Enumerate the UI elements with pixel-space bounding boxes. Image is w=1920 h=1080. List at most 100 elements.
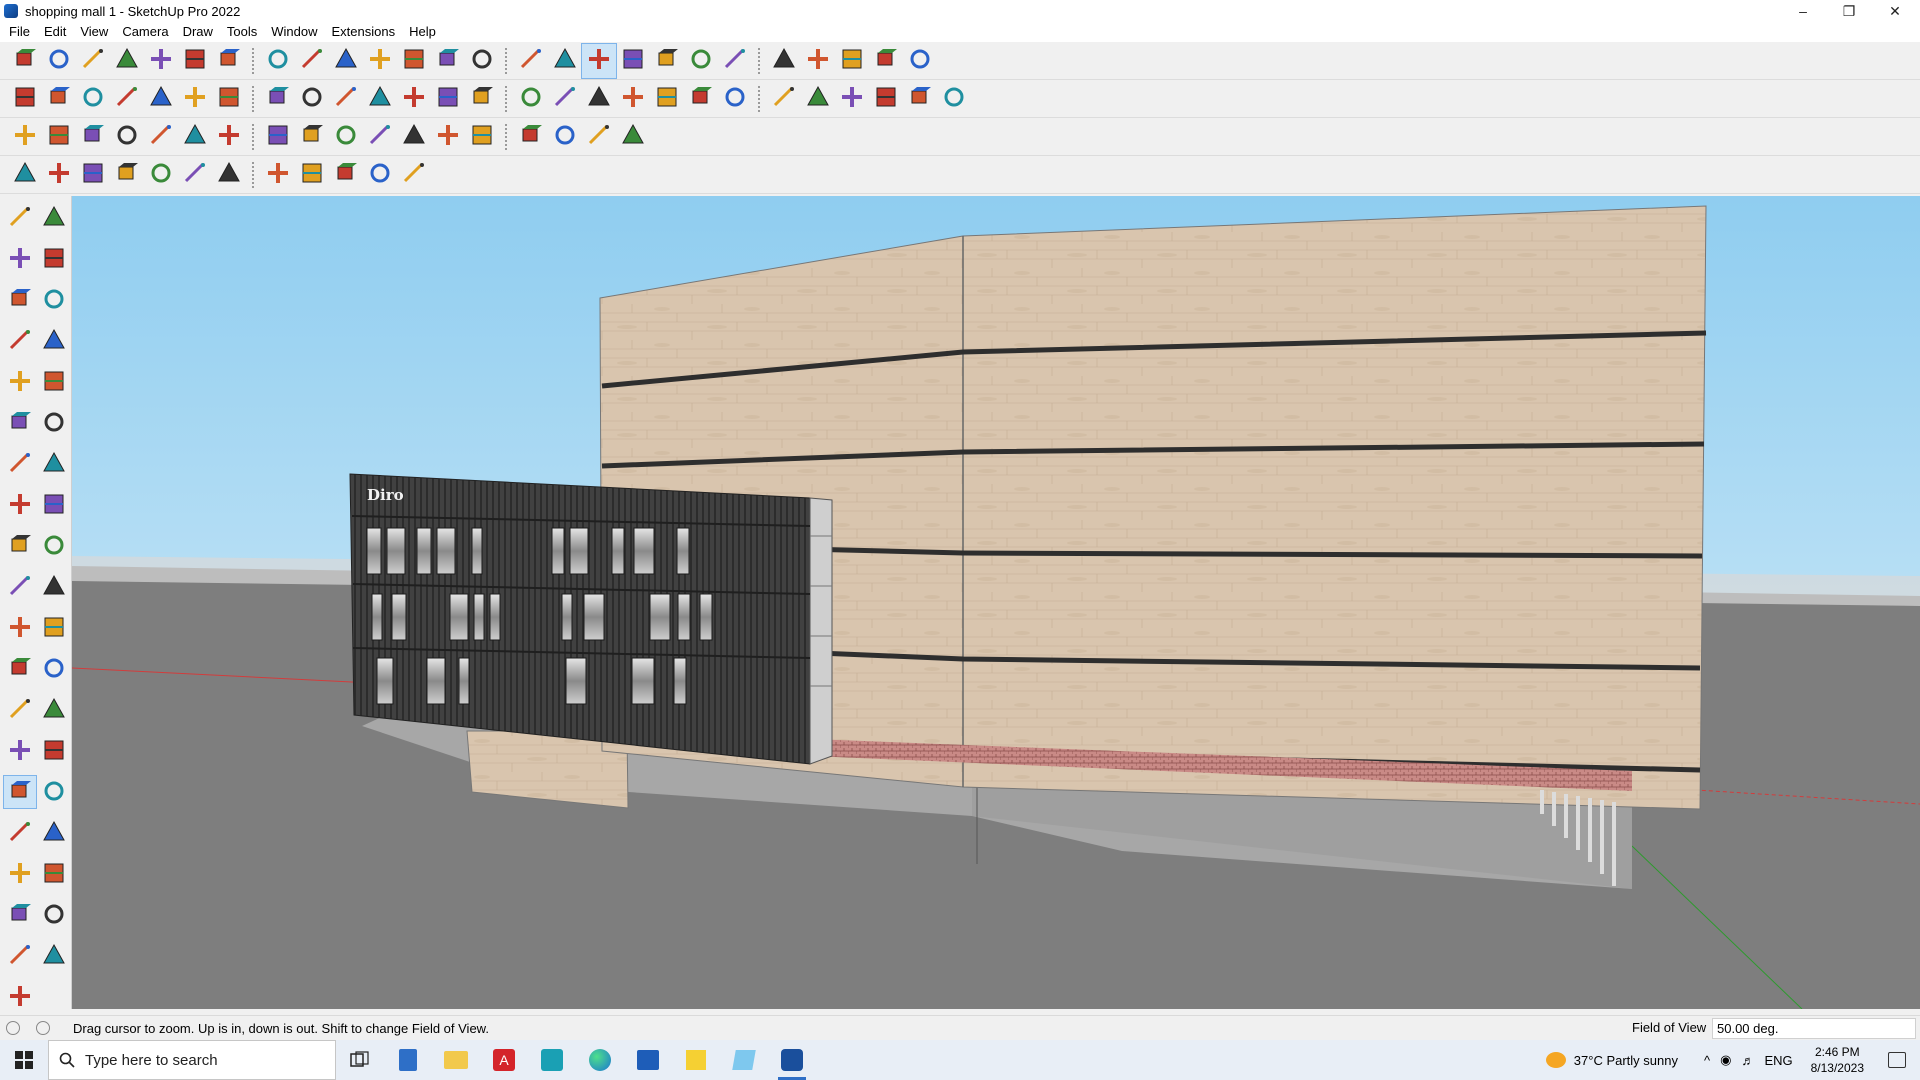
menu-draw[interactable]: Draw — [176, 22, 220, 42]
text-button[interactable] — [431, 44, 465, 78]
zoom-button[interactable] — [8, 44, 42, 78]
grid-button[interactable] — [295, 120, 329, 154]
status-info-icon[interactable] — [6, 1021, 20, 1035]
tape-button[interactable] — [397, 44, 431, 78]
volume-icon[interactable]: ♬ — [1741, 1053, 1754, 1068]
rotate-button[interactable] — [329, 44, 363, 78]
status-help-icon[interactable] — [36, 1021, 50, 1035]
sync-button[interactable] — [801, 44, 835, 78]
line-tool-button[interactable] — [4, 325, 36, 357]
loft-button[interactable] — [212, 158, 246, 192]
tray-chevron-icon[interactable]: ^ — [1704, 1053, 1710, 1068]
toolbar-grip[interactable] — [505, 123, 510, 150]
menu-view[interactable]: View — [73, 22, 115, 42]
weather-text[interactable]: 37°C Partly sunny — [1574, 1053, 1678, 1068]
rectangle-button[interactable] — [178, 44, 212, 78]
outer-button[interactable] — [178, 120, 212, 154]
home-button[interactable] — [616, 82, 650, 116]
style-button[interactable] — [329, 82, 363, 116]
sandbox-button[interactable] — [767, 44, 801, 78]
menu-help[interactable]: Help — [402, 22, 443, 42]
section-display-button[interactable] — [4, 940, 36, 972]
taskbar-calculator[interactable] — [384, 1040, 432, 1080]
freehand-button[interactable] — [869, 82, 903, 116]
window-button[interactable] — [329, 120, 363, 154]
select-tool-button[interactable] — [4, 202, 36, 234]
textured-button[interactable] — [514, 82, 548, 116]
layer-tool-button[interactable] — [4, 981, 36, 1013]
layers-button[interactable] — [684, 44, 718, 78]
cylinder-button[interactable] — [937, 82, 971, 116]
3d-viewport[interactable]: Diro — [72, 196, 1920, 1009]
toolbar-grip[interactable] — [758, 85, 763, 112]
views-button[interactable] — [42, 82, 76, 116]
vertex-button[interactable] — [8, 158, 42, 192]
taskbar-photos[interactable] — [624, 1040, 672, 1080]
mono-button[interactable] — [548, 82, 582, 116]
paint-tool-button[interactable] — [4, 243, 36, 275]
box-button[interactable] — [8, 82, 42, 116]
measurement-box[interactable]: 50.00 deg. — [1712, 1018, 1916, 1039]
pan-button[interactable] — [548, 44, 582, 78]
position-camera-button[interactable] — [4, 899, 36, 931]
clock[interactable]: 2:46 PM 8/13/2023 — [1811, 1044, 1864, 1076]
section-plane-button[interactable] — [38, 899, 70, 931]
taskbar-app3[interactable] — [528, 1040, 576, 1080]
paint-button[interactable] — [465, 44, 499, 78]
taskbar-edge[interactable] — [576, 1040, 624, 1080]
notifications-icon[interactable] — [1888, 1052, 1906, 1068]
door-button[interactable] — [363, 120, 397, 154]
soften-button[interactable] — [76, 158, 110, 192]
eraser-tool-button[interactable] — [38, 243, 70, 275]
offset-tool-button[interactable] — [38, 571, 70, 603]
task-view-button[interactable] — [336, 1040, 384, 1080]
move-button[interactable] — [295, 44, 329, 78]
shapebender-button[interactable] — [582, 120, 616, 154]
intersect-button[interactable] — [212, 120, 246, 154]
hand-button[interactable] — [903, 44, 937, 78]
tape-measure-tool-button[interactable] — [4, 612, 36, 644]
taskbar-app-blue[interactable] — [720, 1040, 768, 1080]
menu-camera[interactable]: Camera — [115, 22, 175, 42]
warehouse-button[interactable] — [718, 44, 752, 78]
redo-button[interactable] — [869, 44, 903, 78]
component-tool-button[interactable] — [4, 284, 36, 316]
axes-tool-button[interactable] — [4, 694, 36, 726]
rotated-rectangle-tool-button[interactable] — [38, 366, 70, 398]
lookaround-tool-button[interactable] — [38, 858, 70, 890]
orbit-tool-button[interactable] — [38, 202, 70, 234]
zoom-extents-button[interactable] — [616, 44, 650, 78]
front-button[interactable] — [144, 82, 178, 116]
section-button[interactable] — [650, 44, 684, 78]
pan-view-button[interactable] — [38, 735, 70, 767]
polygon-button[interactable] — [801, 82, 835, 116]
sphere-button[interactable] — [903, 82, 937, 116]
undo-button[interactable] — [835, 44, 869, 78]
taskbar-sketchup[interactable] — [768, 1040, 816, 1080]
iso-button[interactable] — [76, 82, 110, 116]
network-icon[interactable]: ◉ — [1720, 1052, 1731, 1068]
tape-tool-button[interactable] — [38, 284, 70, 316]
shaded-button[interactable] — [465, 82, 499, 116]
sweep-button[interactable] — [261, 158, 295, 192]
menu-tools[interactable]: Tools — [220, 22, 264, 42]
curve-button[interactable] — [42, 158, 76, 192]
zoom-extents-view-button[interactable] — [4, 817, 36, 849]
tube-button[interactable] — [465, 120, 499, 154]
taskbar-sticky[interactable] — [672, 1040, 720, 1080]
right-button[interactable] — [178, 82, 212, 116]
circle-button[interactable] — [767, 82, 801, 116]
flow-button[interactable] — [363, 158, 397, 192]
toolbar-grip[interactable] — [252, 161, 257, 188]
menu-edit[interactable]: Edit — [37, 22, 73, 42]
twist-button[interactable] — [295, 158, 329, 192]
eraser-button[interactable] — [76, 44, 110, 78]
arc-tool-button[interactable] — [4, 448, 36, 480]
split-button[interactable] — [144, 120, 178, 154]
bezier-button[interactable] — [514, 120, 548, 154]
pushpull-button[interactable] — [212, 44, 246, 78]
roof-button[interactable] — [650, 82, 684, 116]
start-button[interactable] — [0, 1040, 48, 1080]
weather-icon[interactable] — [1545, 1052, 1566, 1068]
left-button[interactable] — [261, 82, 295, 116]
